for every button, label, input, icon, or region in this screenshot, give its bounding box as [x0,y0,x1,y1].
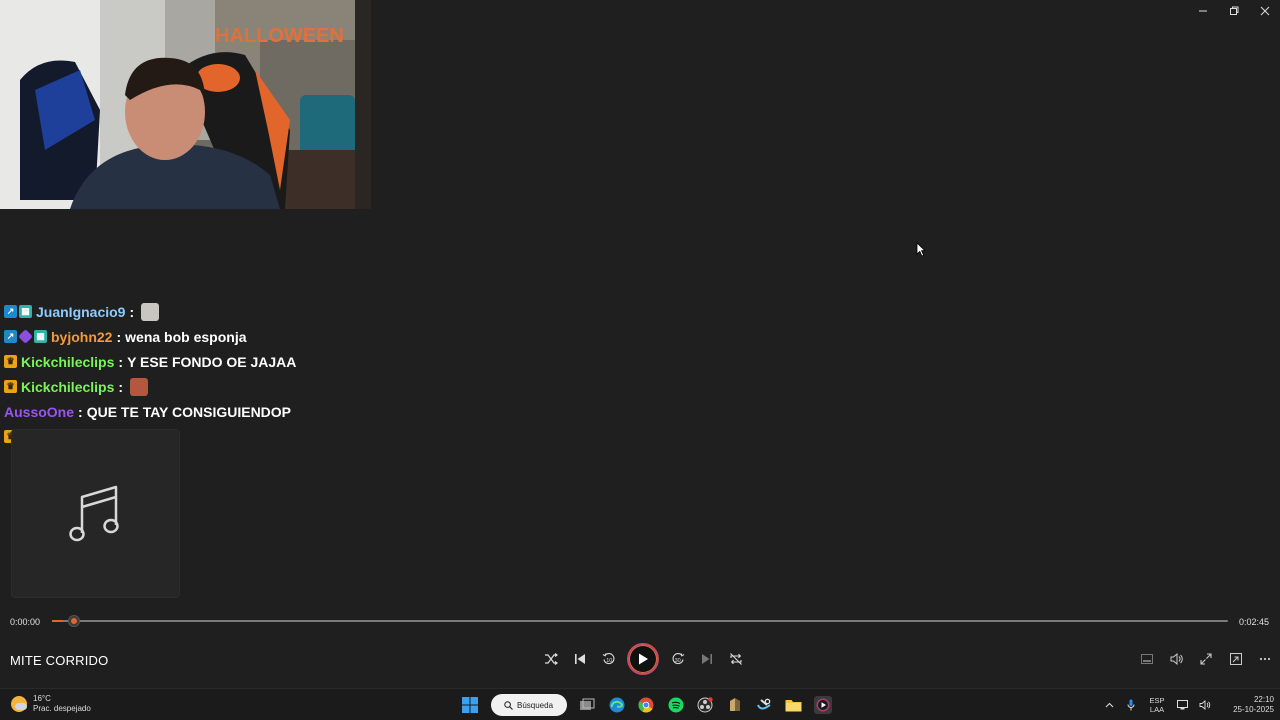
obs-icon[interactable] [691,692,721,718]
seek-thumb[interactable] [67,615,80,627]
chat-separator: : [78,403,83,420]
transport-controls: 10 30 [536,643,750,675]
minimize-icon[interactable] [1187,0,1218,22]
seek-bar-fill [52,620,63,622]
face-emote [130,377,149,396]
elapsed-time: 0:00:00 [10,617,41,627]
chat-separator: : [118,378,124,395]
chat-message: ↗ ▦ JuanIgnacio9: [4,299,424,324]
pip-icon[interactable] [1221,643,1251,675]
svg-text:10: 10 [606,658,612,664]
more-icon[interactable] [1251,643,1280,675]
music-note-icon [68,485,119,541]
gift-badge-icon: ▦ [34,330,47,343]
svg-text:30: 30 [674,658,680,664]
chat-username[interactable]: Kickchileclips [21,379,114,395]
chat-text: wena bob esponja [125,328,247,345]
window-controls [1187,0,1280,22]
webcam-video: HALLOWEEN [0,0,371,209]
chat-text: QUE TE TAY CONSIGUIENDOP [86,403,292,420]
seek-bar[interactable] [52,615,1228,627]
sub-badge-icon: ↗ [4,330,17,343]
taskbar-clock[interactable]: 22:10 25-10-2025 [1224,695,1274,715]
taskbar-apps: Búsqueda [455,692,838,718]
repeat-off-icon[interactable] [721,643,750,675]
chat-badges: ♛ [4,355,17,368]
taskbar: 16°C Prac. despejado Búsqueda ESP LAA 22… [0,688,1280,720]
gem-badge-icon [18,329,33,344]
system-tray: ESP LAA 22:10 25-10-2025 [1098,693,1274,717]
edge-icon[interactable] [602,692,632,718]
weather-temperature: 16°C [33,694,51,703]
crown-badge-icon: ♛ [4,355,17,368]
taskbar-search[interactable]: Búsqueda [490,694,567,716]
secondary-controls [1133,643,1280,675]
chat-separator: : [118,353,124,370]
chat-badges: ↗ ▦ [4,305,32,318]
chat-message: ♛ Kickchileclips: Y ESE FONDO OE JAJAA [4,349,424,374]
chat-username[interactable]: JuanIgnacio9 [36,304,125,320]
song-title: MITE CORRIDO [10,653,109,668]
chrome-icon[interactable] [632,692,662,718]
restore-icon[interactable] [1218,0,1249,22]
chat-username[interactable]: byjohn22 [51,329,112,345]
spotify-icon[interactable] [661,692,691,718]
chat-separator: : [129,303,135,320]
chat-text: Y ESE FONDO OE JAJAA [127,353,297,370]
weather-condition: Prac. despejado [33,704,91,713]
speaker-icon[interactable] [1194,700,1216,710]
media-player-window: HALLOWEEN ↗ ▦ JuanIgnacio9: ↗ ▦ byjohn22: wena… [0,0,1280,720]
album-art [11,429,180,598]
total-time: 0:02:45 [1238,617,1269,627]
forward-30-icon[interactable]: 30 [663,643,692,675]
file-explorer-icon[interactable] [779,692,809,718]
shuffle-icon[interactable] [536,643,565,675]
miniplayer-icon[interactable] [1133,643,1163,675]
previous-icon[interactable] [565,643,594,675]
person-emote [141,302,160,321]
clock-date: 25-10-2025 [1233,705,1274,714]
app-icon[interactable] [720,692,750,718]
start-icon[interactable] [455,692,485,718]
chat-message: ↗ ▦ byjohn22: wena bob esponja [4,324,424,349]
partly-cloudy-icon [11,696,27,712]
svg-text:HALLOWEEN: HALLOWEEN [215,25,344,47]
clock-time: 22:10 [1253,695,1274,704]
chat-message: ♛ Kickchileclips: [4,374,424,399]
chat-badges: ♛ [4,380,17,393]
network-icon[interactable] [1172,700,1194,710]
gift-badge-icon: ▦ [19,305,32,318]
microphone-icon[interactable] [1120,699,1142,711]
play-icon [639,653,648,665]
chat-badges: ↗ ▦ [4,329,47,344]
play-button[interactable] [627,643,659,675]
chat-username[interactable]: Kickchileclips [21,354,114,370]
search-icon [504,700,513,710]
sub-badge-icon: ↗ [4,305,17,318]
language-indicator[interactable]: ESP LAA [1142,696,1172,714]
media-player-taskbar-icon[interactable] [809,692,839,718]
chat-username[interactable]: AussoOne [4,404,74,420]
crown-badge-icon: ♛ [4,380,17,393]
chevron-up-icon[interactable] [1098,702,1120,708]
weather-widget[interactable]: 16°C Prac. despejado [11,694,91,714]
chat-overlay: ↗ ▦ JuanIgnacio9: ↗ ▦ byjohn22: wena bob espon… [4,299,424,449]
search-label: Búsqueda [516,700,554,710]
volume-icon[interactable] [1162,643,1192,675]
close-icon[interactable] [1249,0,1280,22]
chat-separator: : [116,328,122,345]
mouse-cursor-icon [916,242,926,262]
chat-message: AussoOne: QUE TE TAY CONSIGUIENDOP [4,399,424,424]
task-view-icon[interactable] [573,692,603,718]
steam-icon[interactable] [750,692,780,718]
fullscreen-icon[interactable] [1192,643,1222,675]
rewind-10-icon[interactable]: 10 [594,643,623,675]
next-icon[interactable] [692,643,721,675]
